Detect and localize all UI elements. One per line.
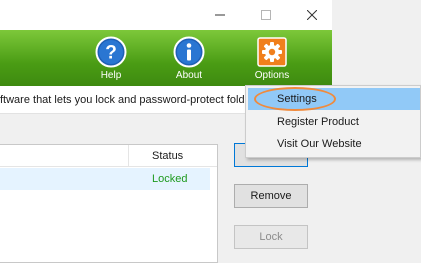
about-label: About <box>175 70 203 81</box>
lock-button[interactable]: Lock <box>234 225 308 249</box>
status-cell: Locked <box>152 173 188 185</box>
title-bar <box>0 0 332 30</box>
toolbar: ? Help About Options <box>0 30 332 86</box>
help-label: Help <box>100 70 122 81</box>
maximize-button[interactable] <box>243 0 289 30</box>
status-column-header[interactable]: Status <box>152 150 183 162</box>
svg-text:?: ? <box>105 43 117 64</box>
question-icon: ? <box>95 36 127 68</box>
menu-item-register-product[interactable]: Register Product <box>248 111 420 133</box>
folder-table[interactable]: Status Locked <box>0 144 218 263</box>
table-header: Status <box>0 145 217 167</box>
column-divider <box>128 145 129 167</box>
info-icon <box>173 36 205 68</box>
close-button[interactable] <box>289 0 335 30</box>
about-button[interactable]: About <box>164 36 214 81</box>
options-label: Options <box>254 70 290 81</box>
description-text: ftware that lets you lock and password-p… <box>0 94 245 106</box>
menu-item-visit-website[interactable]: Visit Our Website <box>248 133 420 155</box>
remove-button[interactable]: Remove <box>234 184 308 208</box>
highlight-circle <box>254 87 336 111</box>
help-button[interactable]: ? Help <box>86 36 136 81</box>
options-button[interactable]: Options <box>247 36 297 81</box>
minimize-button[interactable] <box>197 0 243 30</box>
maximize-icon <box>261 10 271 20</box>
close-icon <box>307 10 317 20</box>
gear-icon <box>257 37 287 67</box>
table-row[interactable]: Locked <box>0 168 210 190</box>
minimize-icon <box>215 14 225 16</box>
